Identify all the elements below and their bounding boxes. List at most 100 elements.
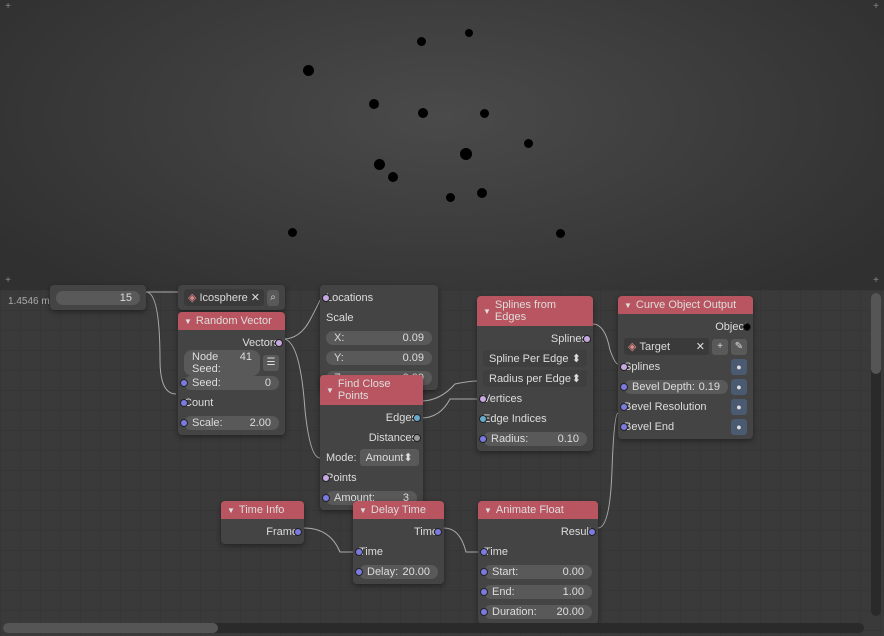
node-header[interactable]: ▼Splines from Edges [477, 296, 593, 326]
particle-dot [288, 228, 297, 237]
node-random-vector[interactable]: ▼Random Vector Vectors Node Seed:41☰ See… [178, 312, 285, 435]
particle-dot [417, 37, 426, 46]
collapse-icon[interactable]: ▼ [326, 386, 334, 395]
node-find-close-points[interactable]: ▼Find Close Points Edges Distances Mode:… [320, 375, 423, 510]
corner-icon[interactable]: + [2, 2, 14, 14]
corner-icon[interactable]: + [2, 276, 14, 288]
node-editor[interactable]: 1.4546 ms 15 ◈Icosphere✕ ⌕ ▼Random Vecto… [0, 290, 884, 636]
collapse-icon[interactable]: ▼ [483, 307, 491, 316]
particle-dot [524, 139, 533, 148]
chevron-icon: ⬍ [572, 372, 581, 385]
socket-out[interactable] [413, 414, 421, 422]
particle-dot [465, 29, 473, 37]
socket-out[interactable] [434, 528, 442, 536]
socket-in[interactable] [480, 548, 488, 556]
x-field[interactable]: X:0.09 [326, 331, 432, 345]
scale-field[interactable]: Scale:2.00 [184, 416, 279, 430]
node-seed-field[interactable]: Node Seed:41 [184, 350, 260, 376]
socket-in[interactable] [480, 608, 488, 616]
keyframe-button[interactable]: ● [731, 419, 747, 435]
add-icon[interactable]: + [712, 339, 728, 355]
y-field[interactable]: Y:0.09 [326, 351, 432, 365]
node-time-info[interactable]: ▼Time Info Frame [221, 501, 304, 544]
particle-dot [369, 99, 379, 109]
socket-in[interactable] [322, 294, 330, 302]
radius-mode-dropdown[interactable]: Radius per Edge⬍ [483, 370, 587, 387]
collapse-icon[interactable]: ▼ [484, 506, 492, 515]
socket-in[interactable] [480, 568, 488, 576]
eyedropper-icon[interactable]: ✎ [731, 339, 747, 355]
start-field[interactable]: Start:0.00 [484, 565, 592, 579]
socket-in[interactable] [180, 419, 188, 427]
node-animate-float[interactable]: ▼Animate Float Result Time Start:0.00 En… [478, 501, 598, 624]
keyframe-button[interactable]: ● [731, 379, 747, 395]
node-fragment[interactable]: 15 [50, 285, 146, 310]
radius-field[interactable]: Radius:0.10 [483, 432, 587, 446]
list-icon[interactable]: ☰ [263, 355, 279, 371]
socket-in[interactable] [322, 494, 330, 502]
object-field[interactable]: ◈Icosphere✕ [184, 289, 264, 306]
value-field[interactable]: 15 [56, 291, 140, 305]
socket-out[interactable] [743, 323, 751, 331]
node-header[interactable]: ▼Delay Time [353, 501, 444, 519]
collapse-icon[interactable]: ▼ [227, 506, 235, 515]
chevron-icon: ⬍ [572, 352, 581, 365]
collapse-icon[interactable]: ▼ [359, 506, 367, 515]
mesh-icon: ◈ [628, 340, 636, 353]
socket-in[interactable] [180, 399, 188, 407]
clear-icon[interactable]: ✕ [696, 340, 705, 353]
socket-out[interactable] [588, 528, 596, 536]
collapse-icon[interactable]: ▼ [624, 301, 632, 310]
duration-field[interactable]: Duration:20.00 [484, 605, 592, 619]
socket-in[interactable] [479, 435, 487, 443]
socket-in[interactable] [355, 548, 363, 556]
scrollbar-vertical[interactable] [871, 293, 881, 616]
scrollbar-horizontal[interactable] [3, 623, 864, 633]
scrollbar-thumb[interactable] [3, 623, 218, 633]
clear-icon[interactable]: ✕ [251, 291, 260, 304]
socket-out[interactable] [413, 434, 421, 442]
delay-field[interactable]: Delay:20.00 [359, 565, 438, 579]
node-header[interactable]: ▼Time Info [221, 501, 304, 519]
viewport-3d[interactable]: + + + + [0, 0, 884, 290]
particle-dot [477, 188, 487, 198]
chevron-icon: ⬍ [404, 451, 413, 464]
scrollbar-thumb[interactable] [871, 293, 881, 374]
particle-dot [460, 148, 472, 160]
node-curve-object-output[interactable]: ▼Curve Object Output Object ◈Target✕ + ✎… [618, 296, 753, 439]
spline-mode-dropdown[interactable]: Spline Per Edge⬍ [483, 350, 587, 367]
socket-in[interactable] [479, 395, 487, 403]
socket-in[interactable] [620, 383, 628, 391]
socket-out[interactable] [275, 339, 283, 347]
node-header[interactable]: ▼Random Vector [178, 312, 285, 330]
socket-in[interactable] [180, 379, 188, 387]
keyframe-button[interactable]: ● [731, 399, 747, 415]
node-delay-time[interactable]: ▼Delay Time Time Time Delay:20.00 [353, 501, 444, 584]
corner-icon[interactable]: + [870, 2, 882, 14]
eyedropper-icon[interactable]: ⌕ [267, 290, 279, 306]
bevel-depth-field[interactable]: Bevel Depth:0.19 [624, 380, 728, 394]
target-object-field[interactable]: ◈Target✕ [624, 338, 709, 355]
particle-dot [480, 109, 489, 118]
seed-field[interactable]: Seed:0 [184, 376, 279, 390]
node-splines-from-edges[interactable]: ▼Splines from Edges Splines Spline Per E… [477, 296, 593, 451]
socket-out[interactable] [583, 335, 591, 343]
node-header[interactable]: ▼Curve Object Output [618, 296, 753, 314]
keyframe-button[interactable]: ● [731, 359, 747, 375]
socket-in[interactable] [479, 415, 487, 423]
corner-icon[interactable]: + [870, 276, 882, 288]
socket-in[interactable] [620, 403, 628, 411]
mode-dropdown[interactable]: Amount⬍ [360, 449, 419, 466]
socket-in[interactable] [480, 588, 488, 596]
socket-in[interactable] [620, 423, 628, 431]
particle-dot [374, 159, 385, 170]
collapse-icon[interactable]: ▼ [184, 317, 192, 326]
node-header[interactable]: ▼Animate Float [478, 501, 598, 519]
socket-in[interactable] [620, 363, 628, 371]
object-input-fragment[interactable]: ◈Icosphere✕ ⌕ [178, 285, 285, 310]
end-field[interactable]: End:1.00 [484, 585, 592, 599]
socket-out[interactable] [294, 528, 302, 536]
node-header[interactable]: ▼Find Close Points [320, 375, 423, 405]
socket-in[interactable] [322, 474, 330, 482]
socket-in[interactable] [355, 568, 363, 576]
